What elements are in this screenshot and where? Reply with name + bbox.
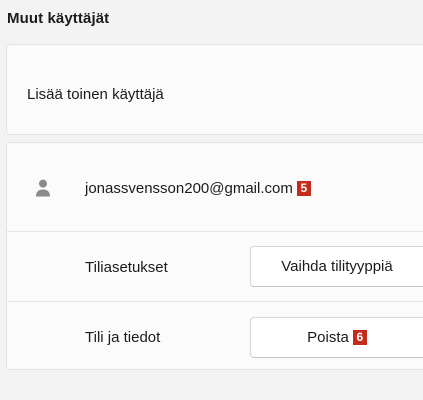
- email-badge: 5: [296, 181, 311, 196]
- remove-button-badge: 6: [352, 330, 367, 345]
- account-header-row[interactable]: jonassvensson200@gmail.com 5: [7, 143, 423, 231]
- user-account-card: jonassvensson200@gmail.com 5 Tiliasetukse…: [6, 142, 423, 370]
- change-account-type-button[interactable]: Vaihda tilityyppiä: [250, 246, 423, 287]
- remove-account-label: Poista: [307, 329, 349, 346]
- account-settings-label: Tiliasetukset: [85, 259, 168, 276]
- account-email-text: jonassvensson200@gmail.com: [85, 180, 293, 197]
- account-info-label: Tili ja tiedot: [85, 329, 161, 346]
- section-title: Muut käyttäjät: [7, 10, 110, 27]
- other-users-page: Muut käyttäjät Lisää toinen käyttäjä jon…: [0, 0, 423, 400]
- account-settings-row: Tiliasetukset Vaihda tilityyppiä: [7, 231, 423, 301]
- account-info-row: Tili ja tiedot Poista 6: [7, 301, 423, 370]
- remove-account-button[interactable]: Poista 6: [250, 317, 423, 358]
- add-other-user-card[interactable]: Lisää toinen käyttäjä: [6, 44, 423, 135]
- add-other-user-label: Lisää toinen käyttäjä: [27, 86, 164, 103]
- account-email: jonassvensson200@gmail.com 5: [85, 180, 311, 197]
- person-icon: [36, 179, 50, 197]
